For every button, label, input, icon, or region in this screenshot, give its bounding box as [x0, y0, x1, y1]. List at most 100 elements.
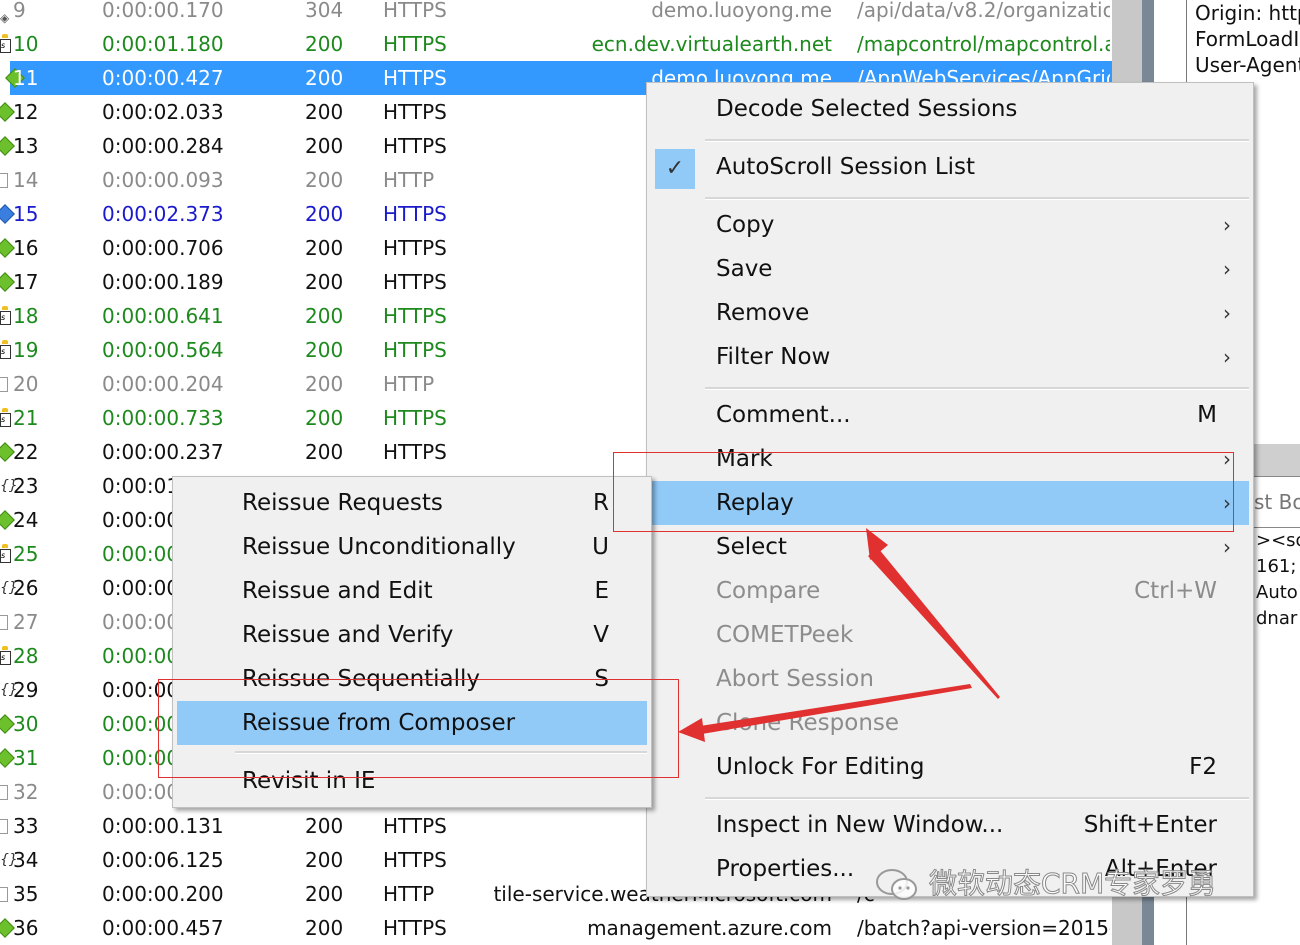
- session-row[interactable]: 36 0:00:00.457 200 HTTPS management.azure.co…: [0, 911, 1112, 945]
- menu-separator: [705, 797, 1249, 800]
- menu-item-shortcut: Shift+Enter: [1083, 812, 1217, 838]
- session-duration: 0:00:00: [102, 712, 180, 736]
- session-number: 23: [13, 474, 39, 498]
- menu-item-comment[interactable]: Comment... M: [651, 393, 1249, 437]
- session-duration: 0:00:00: [102, 576, 180, 600]
- menu-item-label: Inspect in New Window...: [716, 812, 1004, 838]
- session-result: 200: [305, 66, 344, 90]
- session-protocol: HTTPS: [383, 100, 447, 124]
- submenu-item-reissue-and-verify[interactable]: Reissue and Verify V: [177, 613, 647, 657]
- menu-item-label: Clone Response: [716, 710, 900, 736]
- session-number: 31: [13, 746, 39, 770]
- not-modified-icon: ◈: [0, 11, 10, 25]
- menu-item-inspect-in-new-window[interactable]: Inspect in New Window... Shift+Enter: [651, 803, 1249, 847]
- menu-item-label: Reissue Unconditionally: [242, 534, 516, 560]
- session-protocol: HTTPS: [383, 440, 447, 464]
- menu-item-shortcut: V: [593, 622, 609, 648]
- session-number: 26: [13, 576, 39, 600]
- menu-item-filter-now[interactable]: Filter Now ›: [651, 335, 1249, 379]
- session-number: 35: [13, 882, 39, 906]
- session-row[interactable]: s 10 0:00:01.180 200 HTTPS ecn.dev.virtualear…: [0, 27, 1112, 61]
- session-duration: 0:00:00.237: [102, 440, 224, 464]
- menu-item-copy[interactable]: Copy ›: [651, 203, 1249, 247]
- session-duration: 0:00:00.189: [102, 270, 224, 294]
- session-host: ecn.dev.virtualearth.net: [591, 32, 832, 56]
- menu-item-select[interactable]: Select ›: [651, 525, 1249, 569]
- session-duration: 0:00:00.427: [102, 66, 224, 90]
- menu-item-autoscroll-session-list[interactable]: ✓ AutoScroll Session List: [651, 145, 1249, 189]
- session-result: 200: [305, 202, 344, 226]
- menu-item-label: Reissue and Edit: [242, 578, 433, 604]
- menu-item-label: Select: [716, 534, 787, 560]
- css-icon: s: [0, 299, 12, 333]
- menu-item-label: Reissue and Verify: [242, 622, 454, 648]
- session-host: management.azure.com: [587, 916, 832, 940]
- session-number: 13: [13, 134, 39, 158]
- chevron-right-icon: ›: [1223, 301, 1231, 325]
- menu-item-abort-session[interactable]: Abort Session: [651, 657, 1249, 701]
- watermark-text: 微软动态CRM专家罗勇: [928, 867, 1217, 901]
- tab-request-body[interactable]: st Bo: [1254, 477, 1300, 528]
- request-header-line: Origin: http: [1195, 1, 1300, 25]
- session-duration: 0:00:02.033: [102, 100, 224, 124]
- document-icon: [0, 367, 12, 401]
- menu-item-replay[interactable]: Replay ›: [651, 481, 1249, 525]
- menu-item-shortcut: U: [592, 534, 609, 560]
- submenu-item-revisit-in-ie[interactable]: Revisit in IE: [177, 759, 647, 803]
- session-duration: 0:00:00: [102, 644, 180, 668]
- submenu-item-reissue-from-composer[interactable]: Reissue from Composer: [177, 701, 647, 745]
- menu-item-clone-response[interactable]: Clone Response: [651, 701, 1249, 745]
- session-number: 18: [13, 304, 39, 328]
- document-icon: [0, 809, 12, 843]
- session-url: /api/data/v8.2/organizatio: [857, 0, 1110, 22]
- menu-item-label: Remove: [716, 300, 810, 326]
- checkmark-icon: ✓: [655, 149, 695, 189]
- session-number: 33: [13, 814, 39, 838]
- session-protocol: HTTP: [383, 168, 435, 192]
- session-duration: 0:00:00.284: [102, 134, 224, 158]
- menu-item-mark[interactable]: Mark ›: [651, 437, 1249, 481]
- session-protocol: HTTPS: [383, 66, 447, 90]
- menu-item-save[interactable]: Save ›: [651, 247, 1249, 291]
- chevron-right-icon: ›: [1223, 213, 1231, 237]
- submenu-item-reissue-requests[interactable]: Reissue Requests R: [177, 481, 647, 525]
- session-duration: 0:00:00.200: [102, 882, 224, 906]
- request-header-line: User-Agent: [1195, 53, 1300, 77]
- menu-item-cometpeek[interactable]: COMETPeek: [651, 613, 1249, 657]
- session-row[interactable]: ◈ 9 0:00:00.170 304 HTTPS demo.luoyong.me/api…: [0, 0, 1112, 27]
- submenu-item-reissue-sequentially[interactable]: Reissue Sequentially S: [177, 657, 647, 701]
- session-number: 20: [13, 372, 39, 396]
- request-header-line: FormLoadId: [1195, 27, 1300, 51]
- watermark: 微软动态CRM专家罗勇: [875, 862, 1217, 902]
- session-number: 32: [13, 780, 39, 804]
- menu-item-unlock-for-editing[interactable]: Unlock For Editing F2: [651, 745, 1249, 789]
- session-protocol: HTTPS: [383, 304, 447, 328]
- session-result: 200: [305, 848, 344, 872]
- session-duration: 0:00:00.457: [102, 916, 224, 940]
- session-duration: 0:00:01.180: [102, 32, 224, 56]
- menu-item-label: Replay: [716, 490, 794, 516]
- menu-item-shortcut: F2: [1189, 754, 1217, 780]
- session-number: 34: [13, 848, 39, 872]
- session-number: 17: [13, 270, 39, 294]
- submenu-item-reissue-unconditionally[interactable]: Reissue Unconditionally U: [177, 525, 647, 569]
- json-icon: {}: [0, 580, 18, 596]
- submenu-item-reissue-and-edit[interactable]: Reissue and Edit E: [177, 569, 647, 613]
- menu-item-compare[interactable]: Compare Ctrl+W: [651, 569, 1249, 613]
- css-icon: s: [0, 401, 12, 435]
- session-protocol: HTTP: [383, 882, 435, 906]
- session-duration: 0:00:01: [102, 474, 180, 498]
- menu-item-remove[interactable]: Remove ›: [651, 291, 1249, 335]
- request-body-line: Auto: [1256, 582, 1298, 603]
- session-result: 200: [305, 814, 344, 838]
- session-duration: 0:00:02.373: [102, 202, 224, 226]
- session-result: 200: [305, 372, 344, 396]
- css-icon: s: [0, 537, 12, 571]
- session-duration: 0:00:00: [102, 678, 180, 702]
- menu-item-decode-selected-sessions[interactable]: Decode Selected Sessions: [651, 87, 1249, 131]
- session-number: 27: [13, 610, 39, 634]
- menu-item-label: Comment...: [716, 402, 851, 428]
- menu-item-label: Filter Now: [716, 344, 831, 370]
- html-icon: [0, 197, 15, 231]
- session-duration: 0:00:00.093: [102, 168, 224, 192]
